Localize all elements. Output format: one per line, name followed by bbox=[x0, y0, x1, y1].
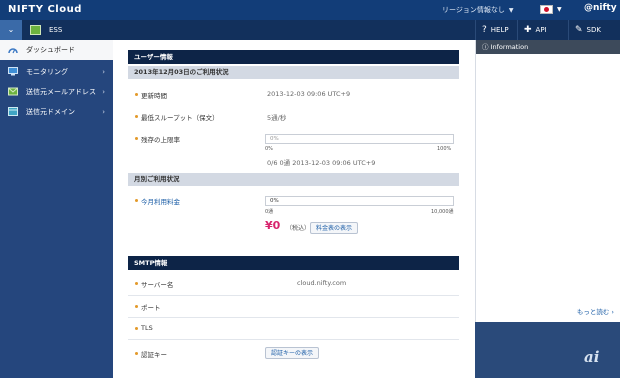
remaining-progress-bar: 0% bbox=[265, 134, 454, 144]
sidebar-item-monitoring[interactable]: モニタリング › bbox=[0, 62, 113, 82]
tls-label: TLS bbox=[135, 324, 153, 332]
remaining-progress-text: 0% bbox=[270, 136, 279, 142]
sidebar-item-label: 送信元ドメイン bbox=[26, 108, 75, 116]
chevron-right-icon: › bbox=[102, 88, 105, 96]
top-bar: NIFTY Cloud リージョン情報なし ▼ ▼ @nifty bbox=[0, 0, 620, 20]
ess-service-icon bbox=[30, 25, 41, 35]
help-label: HELP bbox=[490, 26, 509, 34]
service-bar: ⌄ ESS ? HELP ✚ API ✎ SDK bbox=[0, 20, 620, 40]
monitor-icon bbox=[8, 67, 18, 76]
chevron-right-icon: › bbox=[102, 68, 105, 76]
throughput-value: 5通/秒 bbox=[267, 114, 287, 122]
sidebar: ダッシュボード モニタリング › 送信元メールアドレス › 送信元ドメイン › bbox=[0, 40, 113, 378]
remaining-min: 0% bbox=[265, 146, 273, 152]
chevron-right-icon: › bbox=[102, 108, 105, 116]
nifty-logo[interactable]: @nifty bbox=[584, 3, 617, 13]
chevron-right-icon: › bbox=[611, 308, 614, 316]
updated-value: 2013-12-03 09:06 UTC+9 bbox=[267, 90, 351, 98]
region-selector[interactable]: リージョン情報なし ▼ bbox=[442, 5, 514, 15]
brand-title[interactable]: NIFTY Cloud bbox=[8, 4, 82, 15]
sdk-button[interactable]: ✎ SDK bbox=[568, 20, 620, 40]
region-label: リージョン情報なし bbox=[442, 6, 505, 14]
japan-flag-icon[interactable] bbox=[540, 5, 553, 14]
monthly-fee-label[interactable]: 今月利用料金 bbox=[135, 196, 180, 206]
fee-table-button[interactable]: 料金表の表示 bbox=[310, 222, 359, 234]
auth-key-label: 認証キー bbox=[135, 351, 167, 359]
chevron-down-icon[interactable]: ▼ bbox=[557, 6, 562, 13]
sidebar-item-label: ダッシュボード bbox=[26, 46, 75, 54]
remaining-max: 100% bbox=[437, 146, 452, 152]
server-name-label: サーバー名 bbox=[134, 281, 174, 289]
sidebar-item-sender-address[interactable]: 送信元メールアドレス › bbox=[0, 82, 113, 102]
monthly-max: 10,000通 bbox=[431, 209, 454, 215]
api-label: API bbox=[535, 26, 547, 34]
throughput-label: 最低スループット（保文） bbox=[135, 114, 219, 122]
dashboard-main: ユーザー情報 2013年12月03日のご利用状況 更新時間 2013-12-03… bbox=[113, 40, 475, 378]
help-button[interactable]: ? HELP bbox=[475, 20, 517, 40]
show-auth-key-button[interactable]: 認証キーの表示 bbox=[265, 347, 320, 359]
puzzle-icon: ✚ bbox=[524, 25, 532, 35]
remaining-label: 残存の上限率 bbox=[135, 136, 180, 144]
dashboard-icon bbox=[8, 48, 18, 54]
monthly-progress-text: 0% bbox=[270, 198, 279, 204]
monthly-min: 0通 bbox=[265, 209, 274, 215]
information-panel: ⓘ Information もっと読む › bbox=[475, 40, 620, 322]
info-icon: ⓘ bbox=[482, 43, 491, 51]
divider bbox=[128, 317, 459, 318]
help-icon: ? bbox=[482, 25, 487, 35]
sdk-label: SDK bbox=[586, 26, 601, 34]
sidebar-item-label: 送信元メールアドレス bbox=[26, 88, 96, 96]
sent-count-note: 0/6 0通 2013-12-03 09:06 UTC+9 bbox=[267, 159, 376, 167]
watermark-logo: ai bbox=[584, 348, 600, 366]
mail-icon bbox=[8, 87, 18, 96]
smtp-info-header: SMTP情報 bbox=[128, 256, 459, 270]
chevron-down-icon: ▼ bbox=[508, 7, 514, 14]
monthly-progress-bar: 0% bbox=[265, 196, 454, 206]
read-more-link[interactable]: もっと読む › bbox=[577, 306, 614, 316]
server-name-value: cloud.nifty.com bbox=[297, 279, 347, 287]
information-header: ⓘ Information bbox=[476, 40, 620, 54]
information-title: Information bbox=[490, 43, 529, 51]
menu-toggle-button[interactable]: ⌄ bbox=[0, 20, 22, 40]
sidebar-item-sender-domain[interactable]: 送信元ドメイン › bbox=[0, 102, 113, 122]
sidebar-item-dashboard[interactable]: ダッシュボード bbox=[0, 40, 113, 60]
fee-amount: ¥0 bbox=[265, 219, 281, 232]
monthly-usage-header: 月別ご利用状況 bbox=[128, 173, 459, 186]
port-label: ポート bbox=[135, 304, 161, 312]
divider bbox=[128, 339, 459, 340]
read-more-label: もっと読む bbox=[576, 308, 610, 316]
updated-label: 更新時間 bbox=[135, 92, 167, 100]
domain-icon bbox=[8, 107, 18, 116]
wrench-icon: ✎ bbox=[575, 25, 583, 35]
user-info-header: ユーザー情報 bbox=[128, 50, 459, 64]
divider bbox=[128, 295, 459, 296]
fee-tax-note: （税込） bbox=[286, 225, 311, 232]
service-name: ESS bbox=[49, 26, 63, 34]
api-button[interactable]: ✚ API bbox=[517, 20, 568, 40]
daily-usage-header: 2013年12月03日のご利用状況 bbox=[128, 66, 459, 79]
sidebar-item-label: モニタリング bbox=[26, 68, 68, 76]
